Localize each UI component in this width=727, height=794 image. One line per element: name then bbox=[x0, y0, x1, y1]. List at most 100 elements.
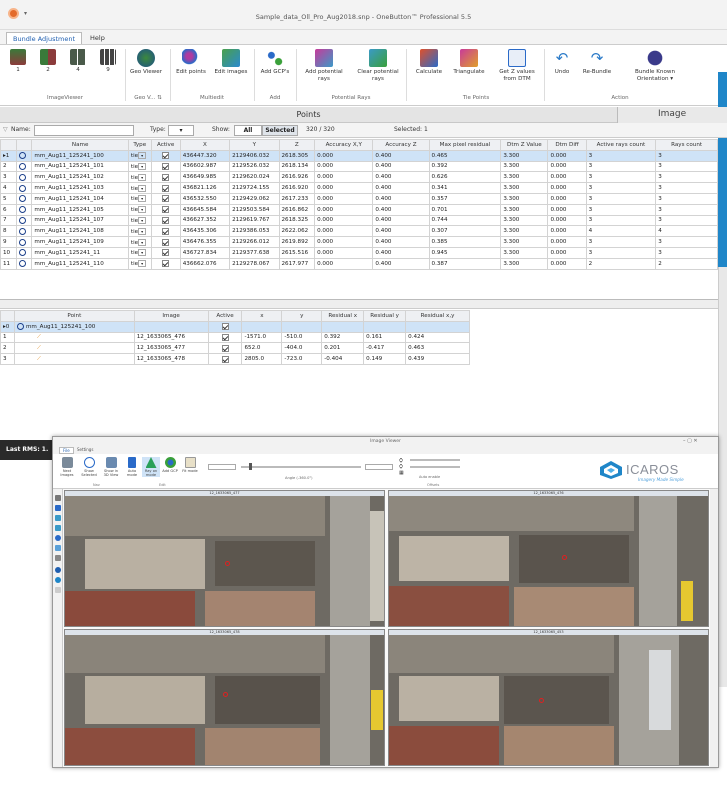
add-gcps-button[interactable]: Add GCP's bbox=[258, 49, 292, 76]
tab-help[interactable]: Help bbox=[84, 32, 111, 44]
column-header[interactable]: Dtm Z Value bbox=[500, 139, 549, 151]
view-adjust-icons[interactable]: ⛭ ⛭ ▦ bbox=[399, 458, 404, 476]
column-header[interactable]: Y bbox=[229, 139, 280, 151]
next-images-button[interactable]: Next Images bbox=[57, 457, 77, 477]
help-icon[interactable] bbox=[55, 577, 61, 583]
active-checkbox[interactable] bbox=[162, 206, 170, 214]
viewer-tab-settings[interactable]: Settings bbox=[77, 447, 93, 452]
show-selected-button[interactable]: Selected bbox=[262, 125, 298, 136]
table-row[interactable]: ▸1 mm_Aug11_125241_100 tie ▾ 436447.320 21294… bbox=[0, 149, 718, 162]
zoom-tool-icon[interactable] bbox=[55, 515, 61, 521]
column-header[interactable]: Active bbox=[150, 139, 181, 151]
pointer-tool-icon[interactable] bbox=[55, 495, 61, 501]
angle-right-input[interactable] bbox=[365, 464, 393, 470]
active-cell[interactable] bbox=[150, 192, 181, 205]
column-header[interactable]: Name bbox=[31, 139, 129, 151]
column-header[interactable] bbox=[0, 139, 17, 151]
table-row[interactable]: 5 mm_Aug11_125241_104 tie ▾ 436532.550 212942… bbox=[0, 192, 718, 205]
type-dropdown-icon[interactable]: ▾ bbox=[138, 227, 147, 235]
table-row[interactable]: 4 mm_Aug11_125241_103 tie ▾ 436821.126 212972… bbox=[0, 182, 718, 194]
measure-tool-icon[interactable] bbox=[55, 525, 61, 531]
filter-icon[interactable]: ▽ bbox=[3, 126, 8, 133]
active-checkbox[interactable] bbox=[162, 152, 170, 160]
column-header[interactable]: Residual x bbox=[321, 310, 365, 322]
fit-mode-button[interactable]: Fit mode bbox=[182, 457, 198, 473]
active-checkbox[interactable] bbox=[162, 249, 170, 257]
active-cell[interactable] bbox=[207, 342, 243, 355]
rebundle-button[interactable]: ↷ Re-Bundle bbox=[580, 49, 614, 76]
column-header[interactable]: Max pixel residual bbox=[428, 139, 502, 151]
column-header[interactable]: y bbox=[281, 310, 323, 322]
ray-tool-icon[interactable] bbox=[55, 545, 61, 551]
auto-enable-label[interactable]: Auto enable bbox=[419, 475, 440, 479]
parent-point-cell[interactable]: mm_Aug11_125241_100 bbox=[13, 320, 135, 333]
active-cell[interactable] bbox=[150, 171, 181, 184]
get-z-values-button[interactable]: Get Z values from DTM bbox=[494, 49, 540, 83]
table-row[interactable]: 3 ⟋ 12_1633065_478 2805.0 -723.0 -0.404 0.149 0… bbox=[0, 353, 470, 365]
active-checkbox[interactable] bbox=[162, 238, 170, 246]
type-cell[interactable]: tie ▾ bbox=[127, 171, 152, 184]
show-3d-button[interactable]: Show in 3D View bbox=[101, 457, 121, 477]
splitter[interactable] bbox=[0, 299, 718, 309]
brightness-slider[interactable] bbox=[410, 459, 460, 461]
auto-mode-button[interactable]: Auto mode bbox=[123, 457, 141, 477]
type-cell[interactable]: tie ▾ bbox=[127, 225, 152, 238]
image-pane-1[interactable]: 12_1633065_477 bbox=[64, 490, 385, 627]
angle-slider-thumb[interactable] bbox=[249, 463, 252, 470]
active-checkbox[interactable] bbox=[162, 184, 170, 192]
geo-viewer-button[interactable]: Geo Viewer bbox=[130, 49, 162, 76]
triangulate-button[interactable]: Triangulate bbox=[450, 49, 488, 76]
table-row[interactable]: ▸0 mm_Aug11_125241_100 bbox=[0, 320, 470, 333]
image-pane-3[interactable]: 12_1633065_478 bbox=[64, 629, 385, 766]
type-dropdown-icon[interactable]: ▾ bbox=[138, 238, 147, 246]
type-cell[interactable]: tie ▾ bbox=[127, 214, 152, 227]
type-dropdown-icon[interactable]: ▾ bbox=[138, 152, 147, 160]
type-cell[interactable]: tie ▾ bbox=[127, 203, 152, 216]
column-header[interactable] bbox=[15, 139, 33, 151]
active-checkbox[interactable] bbox=[162, 260, 170, 268]
table-row[interactable]: 3 mm_Aug11_125241_102 tie ▾ 436649.985 212962… bbox=[0, 171, 718, 184]
type-cell[interactable]: tie ▾ bbox=[127, 257, 152, 270]
contrast-slider[interactable] bbox=[410, 466, 460, 468]
table-row[interactable]: 10 mm_Aug11_125241_11 tie ▾ 436727.834 212937… bbox=[0, 246, 718, 259]
active-cell[interactable] bbox=[150, 225, 181, 238]
info-icon[interactable] bbox=[55, 567, 61, 573]
column-header[interactable]: Active bbox=[207, 310, 243, 322]
table-row[interactable]: 8 mm_Aug11_125241_108 tie ▾ 436435.306 212938… bbox=[0, 225, 718, 238]
active-checkbox[interactable] bbox=[221, 323, 229, 331]
viewer-9-button[interactable]: 9 bbox=[100, 49, 116, 74]
column-header[interactable]: Point bbox=[13, 310, 135, 322]
type-cell[interactable]: tie ▾ bbox=[127, 246, 152, 259]
viewer-tab-file[interactable]: File bbox=[59, 447, 74, 454]
type-dropdown-icon[interactable]: ▾ bbox=[138, 195, 147, 203]
viewer-4-button[interactable]: 4 bbox=[70, 49, 86, 74]
active-checkbox[interactable] bbox=[221, 333, 229, 341]
type-cell[interactable]: tie ▾ bbox=[127, 192, 152, 205]
active-cell[interactable] bbox=[207, 331, 243, 344]
active-checkbox[interactable] bbox=[221, 344, 229, 352]
viewer-scrollbar[interactable] bbox=[710, 489, 718, 767]
settings-tool-icon[interactable] bbox=[55, 587, 61, 593]
active-checkbox[interactable] bbox=[162, 173, 170, 181]
point-tool-icon[interactable] bbox=[55, 535, 61, 541]
active-cell[interactable] bbox=[150, 160, 181, 173]
table-row[interactable]: 2 ⟋ 12_1633065_477 652.0 -404.0 0.201 -0.417 0.… bbox=[0, 342, 470, 355]
column-header[interactable]: x bbox=[241, 310, 283, 322]
column-header[interactable]: Image bbox=[133, 310, 209, 322]
type-dropdown-icon[interactable]: ▾ bbox=[138, 206, 147, 214]
add-potential-rays-button[interactable]: Add potential rays bbox=[302, 49, 346, 83]
clear-potential-rays-button[interactable]: Clear potential rays bbox=[356, 49, 400, 83]
table-row[interactable]: 6 mm_Aug11_125241_105 tie ▾ 436645.584 212950… bbox=[0, 203, 718, 216]
active-cell[interactable] bbox=[207, 320, 243, 333]
column-header[interactable]: Accuracy X,Y bbox=[314, 139, 374, 151]
active-cell[interactable] bbox=[150, 246, 181, 259]
type-dropdown-icon[interactable]: ▾ bbox=[138, 162, 147, 170]
ray-on-mode-button[interactable]: Ray on mode bbox=[142, 457, 160, 477]
name-filter-input[interactable] bbox=[34, 125, 134, 136]
calculate-button[interactable]: Calculate bbox=[412, 49, 446, 76]
image-pane-2[interactable]: 12_1633065_476 bbox=[388, 490, 709, 627]
table-row[interactable]: 11 mm_Aug11_125241_110 tie ▾ 436662.076 21292… bbox=[0, 257, 718, 270]
tab-bundle-adjustment[interactable]: Bundle Adjustment bbox=[6, 32, 83, 44]
column-header[interactable]: Accuracy Z bbox=[372, 139, 430, 151]
table-row[interactable]: 9 mm_Aug11_125241_109 tie ▾ 436476.355 212926… bbox=[0, 236, 718, 248]
